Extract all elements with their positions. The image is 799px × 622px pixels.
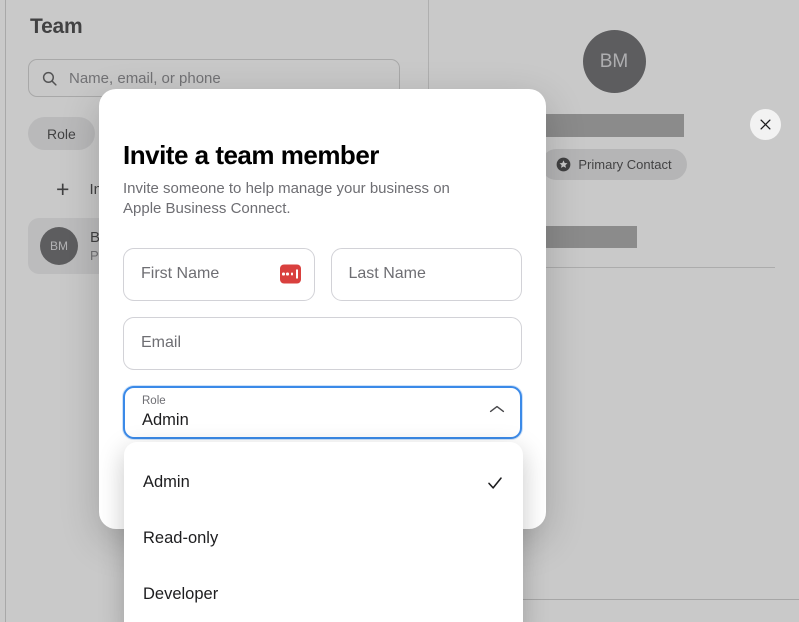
dot-1 — [282, 272, 285, 276]
name-field-row: First Name Last Name — [123, 247, 522, 301]
close-icon — [760, 119, 771, 130]
role-option-label: Admin — [143, 473, 190, 492]
first-name-field[interactable]: First Name — [123, 247, 315, 301]
close-button[interactable] — [750, 109, 781, 140]
role-option-label: Read-only — [143, 529, 219, 548]
invite-team-member-dialog: Invite a team member Invite someone to h… — [99, 89, 546, 622]
last-name-placeholder: Last Name — [348, 265, 426, 283]
role-option-developer[interactable]: Developer — [124, 567, 523, 622]
dot-3 — [290, 272, 294, 276]
email-placeholder: Email — [141, 334, 182, 352]
role-select-dropdown: Admin Read-only Developer — [124, 441, 523, 622]
last-name-field[interactable]: Last Name — [330, 247, 522, 301]
role-select[interactable]: Role Admin — [123, 385, 522, 439]
role-select-wrapper: Role Admin Admin Read-only Developer — [123, 385, 523, 622]
role-option-admin[interactable]: Admin — [124, 455, 523, 511]
role-option-label: Developer — [143, 585, 219, 604]
chevron-up-icon — [489, 405, 505, 412]
dialog-title: Invite a team member — [123, 140, 379, 170]
dialog-subtitle: Invite someone to help manage your busin… — [123, 180, 450, 218]
email-field[interactable]: Email — [123, 316, 522, 370]
check-icon — [488, 477, 502, 489]
app-root: Team Name, email, or phone Role + Invite… — [0, 0, 799, 622]
role-option-read-only[interactable]: Read-only — [124, 511, 523, 567]
role-select-value: Admin — [142, 410, 189, 429]
first-name-placeholder: First Name — [141, 265, 220, 283]
text-caret — [296, 269, 298, 279]
dot-2 — [286, 272, 289, 276]
password-manager-icon[interactable] — [279, 264, 301, 284]
role-select-label: Role — [142, 394, 166, 407]
